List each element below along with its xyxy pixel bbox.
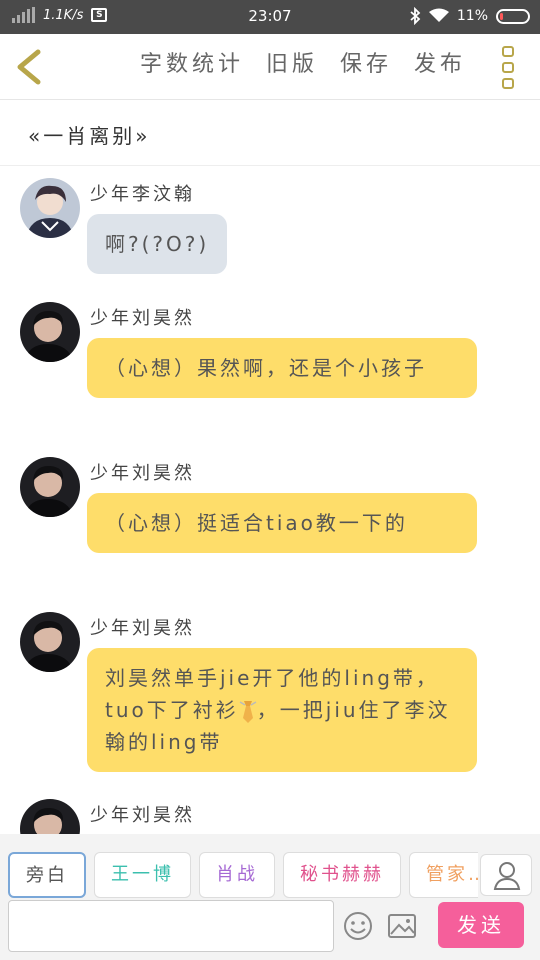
person-icon	[493, 862, 521, 890]
role-narrator[interactable]: 旁白	[8, 852, 86, 898]
role-label: 秘书赫赫	[300, 864, 384, 885]
message-input[interactable]	[8, 900, 334, 952]
back-chevron-icon[interactable]	[12, 48, 46, 86]
more-icon[interactable]	[502, 46, 518, 89]
send-button[interactable]: 发送	[438, 902, 524, 948]
role-secretary-hehe[interactable]: 秘书赫赫	[283, 852, 401, 898]
role-label: 王一博	[111, 864, 174, 885]
sender-name: 少年刘昊然	[90, 463, 195, 484]
message-bubble[interactable]: 啊?(?O?)	[87, 214, 228, 274]
battery-fill	[500, 12, 503, 20]
role-label: 肖战	[216, 864, 258, 885]
composer-panel: 旁白 王一博 肖战 秘书赫赫 管家… 发送	[0, 834, 540, 960]
story-title-bar[interactable]: «一肖离别»	[0, 100, 540, 166]
message-bubble[interactable]: （心想）挺适合tiao教一下的	[87, 493, 477, 553]
role-xiao-zhan[interactable]: 肖战	[199, 852, 275, 898]
publish-button[interactable]: 发布	[414, 46, 466, 78]
avatar-liu-haoran[interactable]	[20, 799, 80, 834]
bluetooth-icon	[410, 7, 421, 25]
old-version-button[interactable]: 旧版	[266, 46, 318, 78]
message-bubble[interactable]: 刘昊然单手jie开了他的ling带，tuo下了衬衫 ，一把jiu住了李汶翰的lin…	[87, 648, 477, 772]
sender-name: 少年刘昊然	[90, 308, 195, 329]
story-title: «一肖离别»	[28, 124, 151, 148]
wifi-icon	[428, 8, 449, 22]
sender-name: 少年刘昊然	[90, 618, 195, 639]
word-count-button[interactable]: 字数统计	[140, 46, 244, 78]
avatar-liu-haoran[interactable]	[20, 457, 80, 517]
avatar-liu-haoran[interactable]	[20, 612, 80, 672]
role-selector: 旁白 王一博 肖战 秘书赫赫 管家…	[8, 852, 478, 898]
image-icon[interactable]	[386, 910, 418, 942]
role-label: 旁白	[26, 865, 68, 886]
tie-icon	[239, 700, 257, 723]
battery-text: 11%	[456, 8, 488, 24]
save-button[interactable]: 保存	[340, 46, 392, 78]
role-label: 管家…	[426, 864, 478, 885]
sender-name: 少年李汶翰	[90, 184, 195, 205]
role-butler[interactable]: 管家…	[409, 852, 478, 898]
emoji-icon[interactable]	[342, 910, 374, 942]
editor-toolbar: 字数统计 旧版 保存 发布	[0, 34, 540, 100]
role-wang-yibo[interactable]: 王一博	[94, 852, 191, 898]
message-bubble[interactable]: （心想）果然啊，还是个小孩子	[87, 338, 477, 398]
message-list[interactable]: 少年李汶翰 啊?(?O?) 少年刘昊然 （心想）果然啊，还是个小孩子 少年刘昊然…	[0, 166, 540, 834]
avatar-li-wenhan[interactable]	[20, 178, 80, 238]
battery-icon	[496, 8, 530, 24]
status-bar: 1.1K/s S 23:07 11%	[0, 0, 540, 34]
avatar-liu-haoran[interactable]	[20, 302, 80, 362]
sender-name: 少年刘昊然	[90, 805, 195, 826]
add-role-button[interactable]	[480, 854, 532, 896]
